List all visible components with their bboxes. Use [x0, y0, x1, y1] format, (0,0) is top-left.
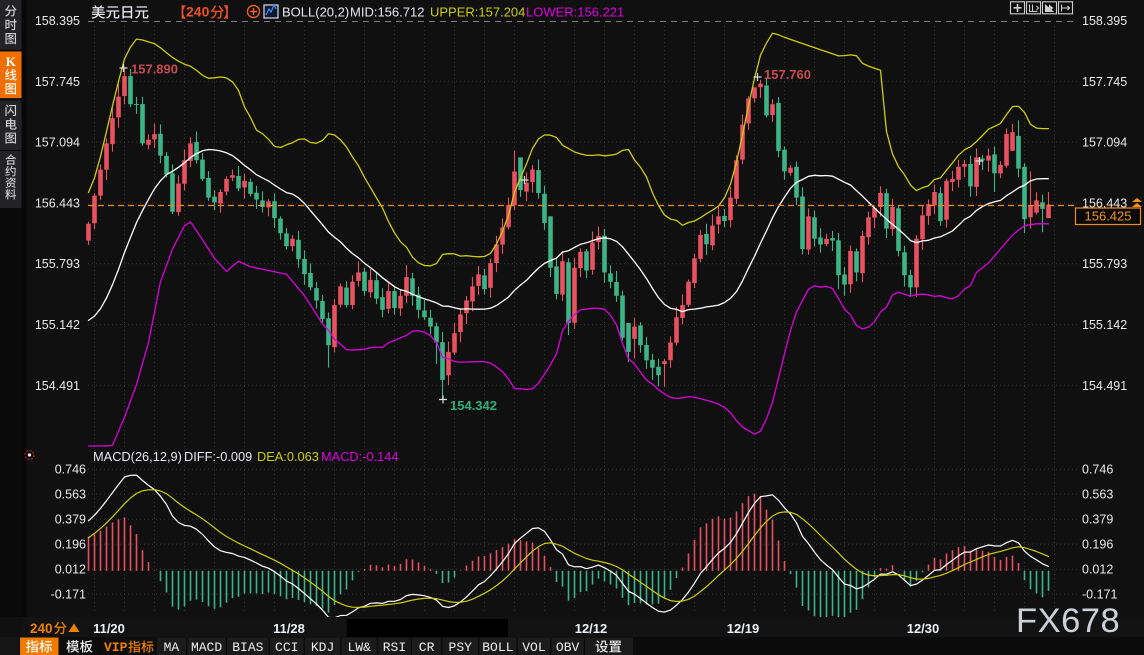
- svg-text:-0.171: -0.171: [51, 588, 86, 602]
- svg-text:0.746: 0.746: [1082, 463, 1113, 477]
- svg-text:BOLL(20,2): BOLL(20,2): [282, 5, 349, 20]
- svg-text:157.094: 157.094: [35, 136, 80, 150]
- svg-text:157.745: 157.745: [35, 75, 80, 89]
- svg-text:157.760: 157.760: [764, 67, 811, 82]
- svg-text:BIAS: BIAS: [232, 640, 263, 655]
- svg-text:VOL: VOL: [522, 640, 545, 655]
- svg-text:LW&: LW&: [348, 640, 372, 655]
- svg-text:CR: CR: [419, 640, 435, 655]
- svg-text:0.379: 0.379: [1082, 513, 1113, 527]
- svg-text:VIP: VIP: [104, 640, 128, 655]
- svg-text:240: 240: [30, 621, 53, 636]
- svg-text:154.491: 154.491: [35, 379, 80, 393]
- svg-text:LOWER:156.221: LOWER:156.221: [526, 5, 624, 20]
- svg-text:11/28: 11/28: [273, 621, 305, 636]
- svg-text:0.563: 0.563: [1082, 488, 1113, 502]
- svg-text:155.142: 155.142: [35, 318, 80, 332]
- svg-text:154.342: 154.342: [450, 398, 497, 413]
- svg-text:0.563: 0.563: [55, 488, 86, 502]
- svg-text:0.012: 0.012: [1082, 563, 1113, 577]
- svg-text:MACD:-0.144: MACD:-0.144: [321, 449, 399, 464]
- svg-text:K: K: [6, 54, 17, 69]
- svg-text:155.142: 155.142: [1082, 318, 1127, 332]
- svg-text:157.745: 157.745: [1082, 75, 1127, 89]
- svg-text:157.890: 157.890: [131, 62, 178, 77]
- svg-text:157.094: 157.094: [1082, 136, 1127, 150]
- svg-text:OBV: OBV: [556, 640, 580, 655]
- svg-text:CCI: CCI: [275, 640, 298, 655]
- svg-text:0.196: 0.196: [55, 538, 86, 552]
- svg-text:11/20: 11/20: [93, 621, 125, 636]
- svg-text:156.425: 156.425: [1085, 209, 1132, 224]
- svg-text:155.793: 155.793: [35, 257, 80, 271]
- svg-text:240: 240: [186, 4, 210, 20]
- svg-text:DIFF:-0.009: DIFF:-0.009: [184, 449, 252, 464]
- svg-text:155.793: 155.793: [1082, 257, 1127, 271]
- svg-text:MACD: MACD: [191, 640, 222, 655]
- svg-text:156.443: 156.443: [35, 196, 80, 210]
- svg-text:KDJ: KDJ: [311, 640, 334, 655]
- svg-text:0.196: 0.196: [1082, 538, 1113, 552]
- svg-text:MACD(26,12,9): MACD(26,12,9): [93, 449, 182, 464]
- svg-text:0.746: 0.746: [55, 463, 86, 477]
- svg-text:-0.171: -0.171: [1082, 588, 1117, 602]
- svg-text:12/19: 12/19: [727, 621, 760, 636]
- svg-text:BOLL: BOLL: [482, 640, 513, 655]
- svg-text:MA: MA: [164, 640, 180, 655]
- svg-text:158.395: 158.395: [1082, 14, 1127, 28]
- svg-text:0.379: 0.379: [55, 513, 86, 527]
- svg-text:12/12: 12/12: [575, 621, 608, 636]
- svg-text:12/30: 12/30: [907, 621, 940, 636]
- svg-text:154.491: 154.491: [1082, 379, 1127, 393]
- svg-text:DEA:0.063: DEA:0.063: [257, 449, 319, 464]
- svg-text:MID:156.712: MID:156.712: [350, 5, 424, 20]
- svg-text:UPPER:157.204: UPPER:157.204: [430, 5, 525, 20]
- svg-text:158.395: 158.395: [35, 14, 80, 28]
- svg-text:0.012: 0.012: [55, 563, 86, 577]
- svg-text:PSY: PSY: [449, 640, 473, 655]
- svg-text:FX678: FX678: [1016, 602, 1120, 640]
- svg-text:RSI: RSI: [383, 640, 406, 655]
